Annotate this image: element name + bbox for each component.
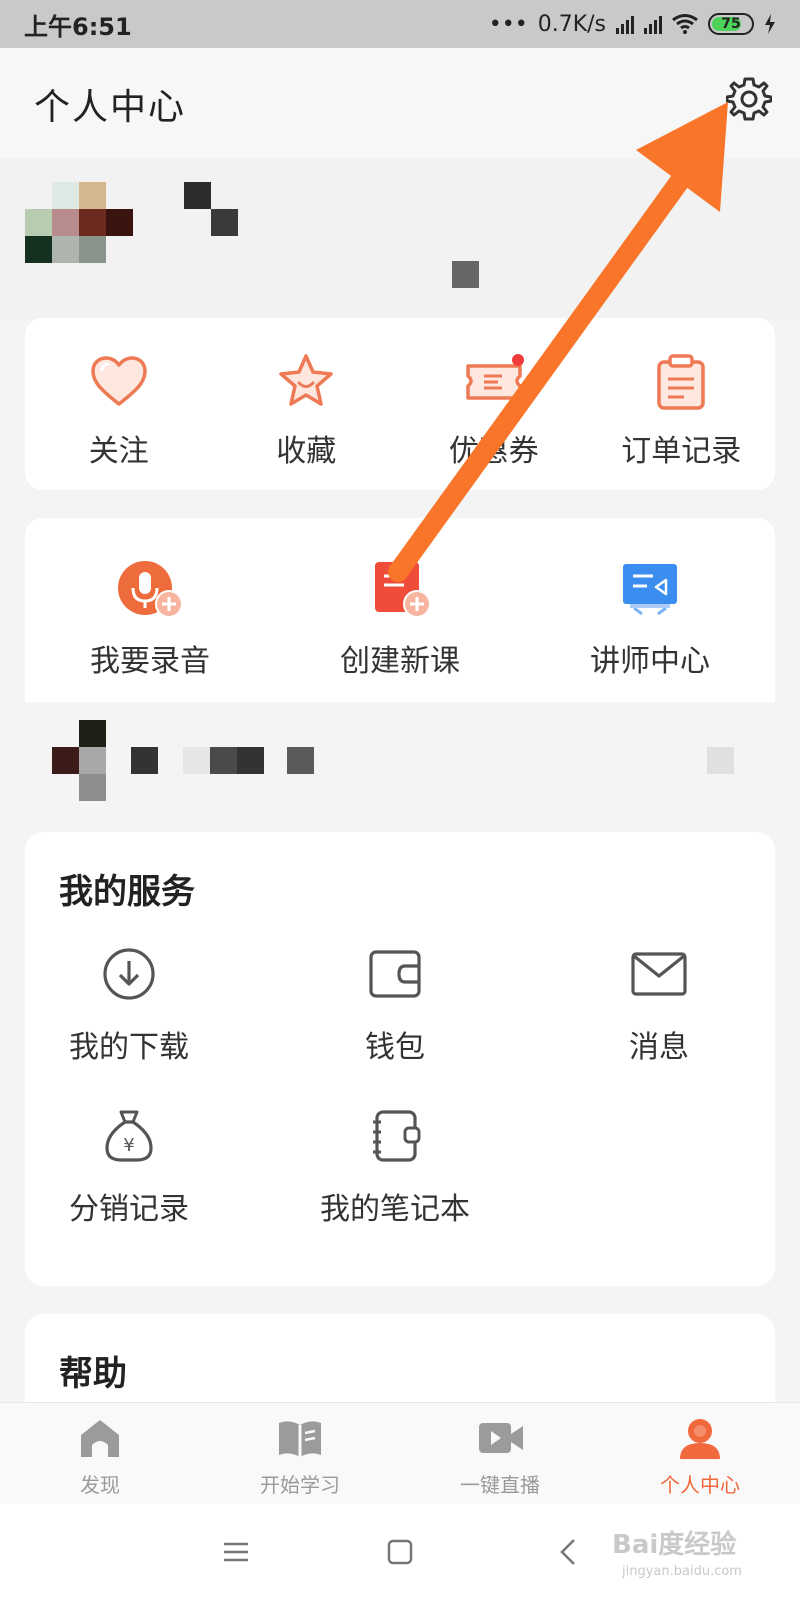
coupon-button[interactable]: 优惠券 <box>400 318 588 490</box>
distribution-records-button[interactable]: ¥ 分销记录 <box>29 1108 229 1238</box>
record-audio-button[interactable]: 我要录音 <box>25 518 275 703</box>
creator-card: 我要录音 创建新课 讲师中心 <box>25 518 775 801</box>
tab-discover-label: 发现 <box>80 1473 120 1497</box>
star-icon <box>279 354 333 406</box>
more-dots-icon: ••• <box>488 11 528 37</box>
my-downloads-label: 我的下载 <box>69 1030 189 1065</box>
wallet-button[interactable]: 钱包 <box>295 946 495 1076</box>
gear-icon <box>726 77 772 121</box>
money-bag-icon: ¥ <box>105 1110 153 1162</box>
person-icon <box>680 1419 720 1459</box>
clipboard-icon <box>657 354 705 410</box>
orders-label: 订单记录 <box>621 434 742 469</box>
watermark-logo: Bai度经验 <box>612 1530 737 1560</box>
watermark-url: jingyan.baidu.com <box>622 1564 742 1579</box>
tab-personal-center[interactable]: 个人中心 <box>600 1403 800 1504</box>
my-notebook-button[interactable]: 我的笔记本 <box>295 1108 495 1238</box>
my-downloads-button[interactable]: 我的下载 <box>29 946 229 1076</box>
wallet-icon <box>369 950 421 998</box>
bottom-tab-bar: 发现 开始学习 一键直播 个人中心 <box>0 1402 800 1504</box>
status-indicators: ••• 0.7K/s 75 <box>489 12 776 37</box>
orders-button[interactable]: 订单记录 <box>588 318 776 490</box>
wallet-label: 钱包 <box>365 1030 425 1065</box>
distribution-records-label: 分销记录 <box>69 1192 189 1227</box>
create-course-label: 创建新课 <box>340 644 460 679</box>
tab-discover[interactable]: 发现 <box>0 1403 200 1504</box>
microphone-icon <box>118 561 183 618</box>
record-audio-label: 我要录音 <box>90 644 210 679</box>
lecturer-center-label: 讲师中心 <box>590 644 710 679</box>
help-title: 帮助 <box>59 1354 127 1394</box>
settings-button[interactable] <box>724 74 774 124</box>
network-speed: 0.7K/s <box>537 11 606 37</box>
quick-actions-card: 关注 收藏 优惠券 订单记录 <box>25 318 775 490</box>
house-icon <box>81 1420 119 1457</box>
follow-button[interactable]: 关注 <box>25 318 213 490</box>
menu-icon[interactable] <box>218 1534 254 1570</box>
lecturer-screen-icon <box>623 564 677 616</box>
services-title: 我的服务 <box>59 872 195 912</box>
page-title: 个人中心 <box>34 87 187 128</box>
page-header: 个人中心 <box>0 48 800 158</box>
home-square-icon[interactable] <box>382 1534 418 1570</box>
coupon-label: 优惠券 <box>448 434 539 469</box>
favorites-button[interactable]: 收藏 <box>213 318 401 490</box>
create-course-button[interactable]: 创建新课 <box>275 518 525 703</box>
my-notebook-label: 我的笔记本 <box>320 1192 470 1227</box>
tab-start-learning[interactable]: 开始学习 <box>200 1403 400 1504</box>
heart-icon <box>91 356 147 406</box>
charging-icon <box>765 14 775 34</box>
tab-live-stream[interactable]: 一键直播 <box>400 1403 600 1504</box>
tab-start-learning-label: 开始学习 <box>260 1473 340 1497</box>
wifi-icon <box>672 14 698 34</box>
svg-text:¥: ¥ <box>123 1135 134 1156</box>
video-camera-icon <box>479 1423 523 1453</box>
lecturer-center-button[interactable]: 讲师中心 <box>525 518 775 703</box>
status-time: 上午6:51 <box>24 12 132 41</box>
messages-button[interactable]: 消息 <box>559 946 759 1076</box>
follow-label: 关注 <box>88 434 149 469</box>
profile-section[interactable] <box>0 158 800 318</box>
battery-icon: 75 <box>708 13 754 35</box>
signal-icon <box>616 14 634 34</box>
new-course-icon <box>375 562 431 618</box>
announcement-bar-obscured[interactable] <box>25 702 775 801</box>
status-bar: 上午6:51 ••• 0.7K/s 75 <box>0 0 800 48</box>
favorites-label: 收藏 <box>276 434 337 469</box>
mail-icon <box>631 952 687 996</box>
signal-icon-2 <box>644 14 662 34</box>
notification-dot <box>511 354 524 366</box>
notebook-icon <box>373 1110 421 1162</box>
download-icon <box>103 948 155 1000</box>
coupon-icon <box>466 354 524 400</box>
tab-personal-center-label: 个人中心 <box>660 1473 740 1497</box>
tab-live-stream-label: 一键直播 <box>460 1473 540 1497</box>
book-icon <box>279 1421 321 1457</box>
my-services-card: 我的服务 我的下载 钱包 消息 ¥ 分销记录 我的笔记本 <box>25 832 775 1286</box>
back-chevron-icon[interactable] <box>552 1534 588 1570</box>
messages-label: 消息 <box>629 1030 689 1065</box>
